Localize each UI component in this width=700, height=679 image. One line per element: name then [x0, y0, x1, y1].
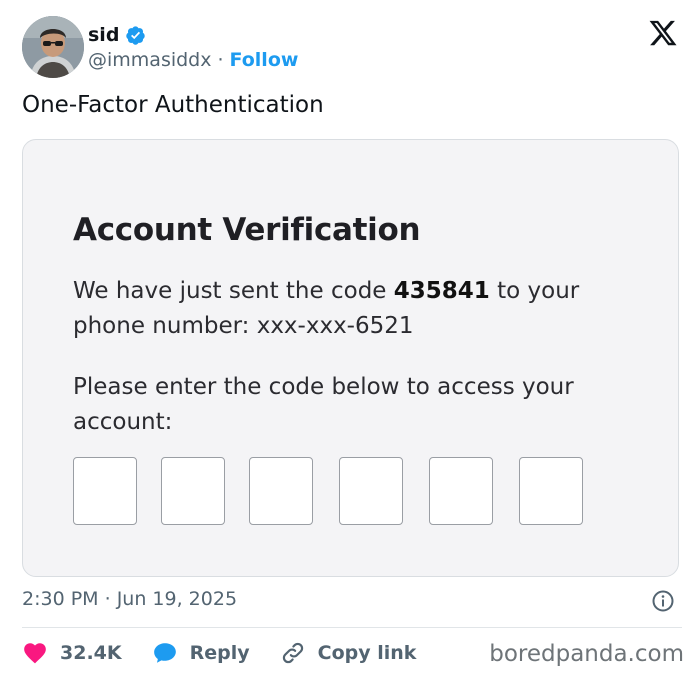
- like-button[interactable]: 32.4K: [22, 640, 122, 666]
- code-digit-box: [519, 457, 583, 525]
- author-handle-row: @immasiddx · Follow: [88, 49, 298, 71]
- info-icon[interactable]: [651, 589, 675, 613]
- code-digit-box: [73, 457, 137, 525]
- heart-icon: [24, 643, 46, 664]
- like-count: 32.4K: [60, 642, 122, 664]
- verification-instruction: Please enter the code below to access yo…: [73, 374, 574, 435]
- verified-badge-icon: [126, 25, 146, 45]
- code-digit-box: [429, 457, 493, 525]
- verification-message: We have just sent the code 435841 to you…: [73, 274, 633, 344]
- watermark: boredpanda.com: [489, 641, 684, 667]
- x-logo-icon[interactable]: [648, 18, 678, 48]
- code-digit-box: [161, 457, 225, 525]
- copy-link-label: Copy link: [317, 642, 417, 664]
- follow-button[interactable]: Follow: [230, 49, 299, 71]
- reply-label: Reply: [189, 642, 250, 664]
- action-bar: 32.4K Reply Copy link: [22, 636, 446, 670]
- reply-bubble-icon: [153, 643, 176, 663]
- author-handle[interactable]: @immasiddx: [88, 49, 211, 71]
- handle-separator: ·: [217, 49, 224, 71]
- code-digit-box: [249, 457, 313, 525]
- tweet-header: sid @immasiddx · Follow: [22, 16, 682, 80]
- tweet-time: 2:30 PM: [22, 588, 99, 610]
- author-name[interactable]: sid: [88, 24, 119, 46]
- message-prefix: We have just sent the code: [73, 278, 394, 304]
- reply-button[interactable]: Reply: [152, 640, 250, 666]
- tweet-date: Jun 19, 2025: [116, 588, 238, 610]
- attached-image-card[interactable]: Account Verification We have just sent t…: [22, 139, 679, 577]
- avatar[interactable]: [22, 16, 84, 78]
- tweet-timestamp[interactable]: 2:30 PM · Jun 19, 2025: [22, 588, 237, 610]
- avatar-photo: [22, 16, 84, 78]
- timestamp-separator: ·: [104, 588, 111, 610]
- tweet-text: One-Factor Authentication: [22, 92, 324, 118]
- verification-title: Account Verification: [73, 212, 421, 248]
- link-icon: [282, 642, 303, 664]
- divider: [22, 627, 682, 628]
- author-name-row: sid: [88, 24, 146, 46]
- verification-code: 435841: [393, 278, 490, 304]
- code-digit-box: [339, 457, 403, 525]
- copy-link-button[interactable]: Copy link: [280, 640, 417, 666]
